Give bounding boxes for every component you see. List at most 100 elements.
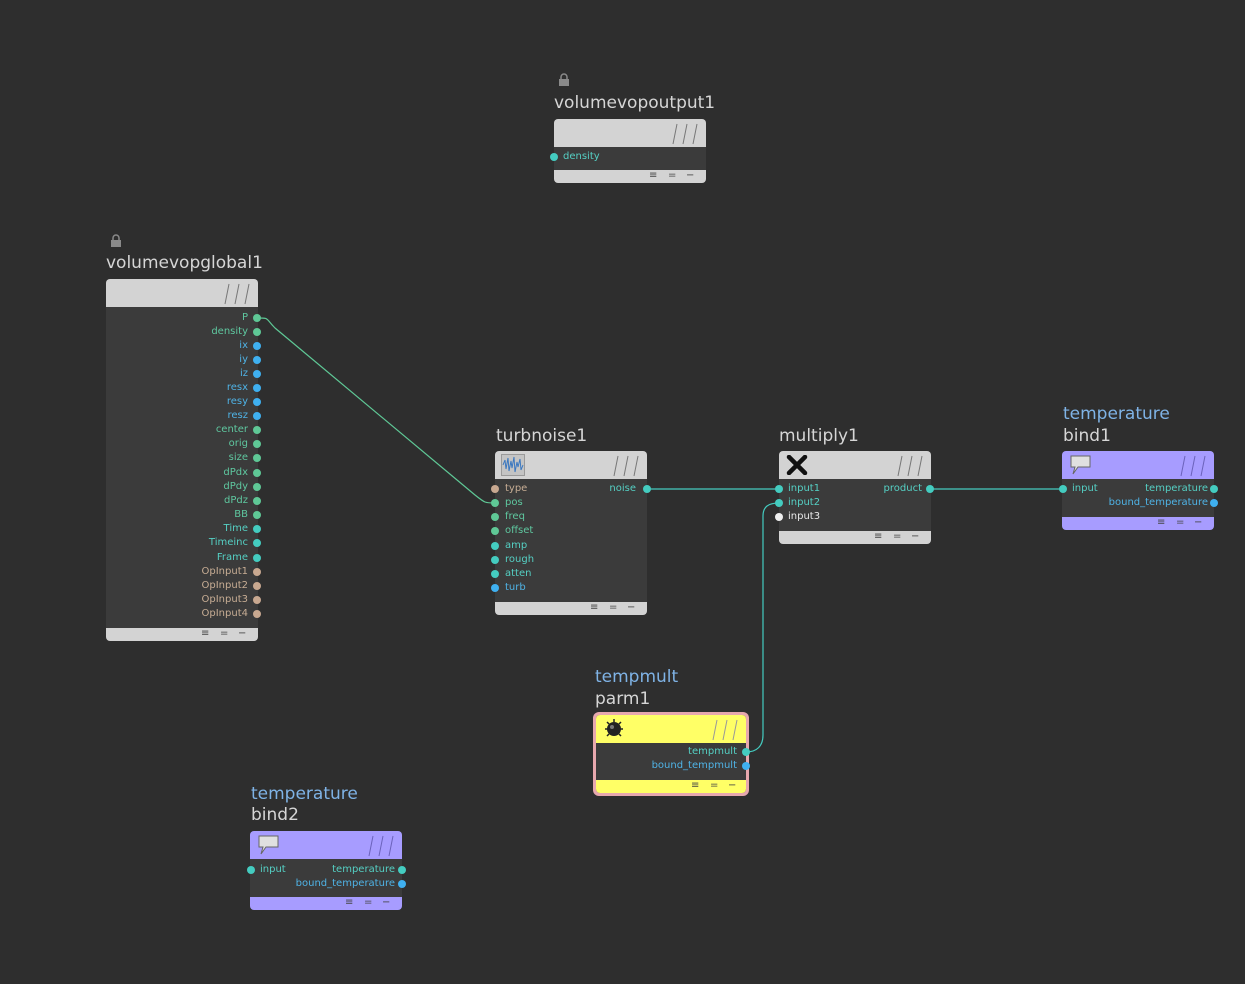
input-connector-turb[interactable] (491, 584, 499, 592)
menu-icon[interactable]: ≡ (345, 896, 353, 909)
output-label-density: density (211, 326, 248, 337)
node-turbnoise1[interactable]: turbnoise1 ≡ = − type pos freq offset am… (491, 425, 661, 620)
equals-icon[interactable]: = (364, 896, 372, 909)
slash-icon (613, 455, 639, 477)
minus-icon[interactable]: − (627, 601, 635, 614)
input-connector-offset[interactable] (491, 527, 499, 535)
output-connector-size[interactable] (253, 454, 261, 462)
minus-icon[interactable]: − (1194, 516, 1202, 529)
node-header[interactable] (779, 451, 931, 479)
output-connector-OpInput3[interactable] (253, 596, 261, 604)
output-label-OpInput2: OpInput2 (201, 580, 248, 591)
output-connector-bound-tempmult[interactable] (742, 762, 750, 770)
input-connector-input2[interactable] (775, 499, 783, 507)
output-label-resz: resz (227, 410, 248, 421)
node-multiply1[interactable]: multiply1 ≡ = − input1 input2 input3 pro… (775, 425, 945, 550)
input-connector-input3[interactable] (775, 513, 783, 521)
output-connector-dPdx[interactable] (253, 469, 261, 477)
output-connector-dPdz[interactable] (253, 497, 261, 505)
input-connector-density[interactable] (550, 153, 558, 161)
node-footer: ≡ = − (250, 897, 402, 910)
input-connector-amp[interactable] (491, 542, 499, 550)
node-header[interactable] (495, 451, 647, 479)
output-connector-P[interactable] (253, 314, 261, 322)
node-subtitle: temperature (251, 784, 358, 804)
output-connector-Time[interactable] (253, 525, 261, 533)
slash-icon (672, 123, 698, 145)
output-connector-noise[interactable] (643, 485, 651, 493)
output-connector-resx[interactable] (253, 384, 261, 392)
output-connector-iy[interactable] (253, 356, 261, 364)
output-connector-resy[interactable] (253, 398, 261, 406)
output-connector-OpInput1[interactable] (253, 568, 261, 576)
output-connector-resz[interactable] (253, 412, 261, 420)
output-connector-iz[interactable] (253, 370, 261, 378)
input-connector-rough[interactable] (491, 556, 499, 564)
minus-icon[interactable]: − (686, 169, 694, 182)
node-header[interactable] (1062, 451, 1214, 479)
node-header[interactable] (106, 279, 258, 307)
node-header[interactable] (554, 119, 706, 147)
speech-bubble-icon (1070, 455, 1091, 475)
input-connector-type[interactable] (491, 485, 499, 493)
equals-icon[interactable]: = (609, 601, 617, 614)
wire-global-P-to-turbnoise-pos[interactable] (256, 317, 496, 504)
input-label-turb: turb (505, 582, 526, 593)
output-connector-OpInput2[interactable] (253, 582, 261, 590)
menu-icon[interactable]: ≡ (590, 601, 598, 614)
equals-icon[interactable]: = (893, 530, 901, 543)
output-connector-temperature[interactable] (1210, 485, 1218, 493)
output-label-center: center (215, 424, 248, 435)
input-connector-input[interactable] (1059, 485, 1067, 493)
output-connector-ix[interactable] (253, 342, 261, 350)
input-connector-input[interactable] (247, 866, 255, 874)
output-connector-center[interactable] (253, 426, 261, 434)
menu-icon[interactable]: ≡ (201, 627, 209, 640)
menu-icon[interactable]: ≡ (649, 169, 657, 182)
node-bind2[interactable]: temperature bind2 ≡ = − input temperatur… (247, 783, 417, 915)
input-label-input: input (260, 864, 286, 875)
output-connector-bound-temperature[interactable] (1210, 499, 1218, 507)
menu-icon[interactable]: ≡ (874, 530, 882, 543)
input-label-pos: pos (505, 497, 523, 508)
output-connector-temperature[interactable] (398, 866, 406, 874)
output-connector-OpInput4[interactable] (253, 610, 261, 618)
minus-icon[interactable]: − (382, 896, 390, 909)
input-connector-input1[interactable] (775, 485, 783, 493)
node-title: volumevopoutput1 (554, 93, 716, 113)
node-bind1[interactable]: temperature bind1 ≡ = − input temperatur… (1058, 403, 1228, 535)
equals-icon[interactable]: = (668, 169, 676, 182)
equals-icon[interactable]: = (710, 779, 718, 792)
node-parm1[interactable]: tempmult parm1 ≡ = − tempmult bound_temp… (591, 666, 761, 799)
menu-icon[interactable]: ≡ (691, 779, 699, 792)
minus-icon[interactable]: − (911, 530, 919, 543)
node-volumevopoutput1[interactable]: volumevopoutput1 ≡ = − density (550, 72, 724, 187)
output-connector-dPdy[interactable] (253, 483, 261, 491)
node-header[interactable] (596, 715, 746, 743)
node-volumevopglobal1[interactable]: volumevopglobal1 ≡ = − P density ix iy i… (106, 233, 281, 643)
output-connector-density[interactable] (253, 328, 261, 336)
output-connector-Frame[interactable] (253, 554, 261, 562)
output-connector-bound-temperature[interactable] (398, 880, 406, 888)
output-connector-orig[interactable] (253, 440, 261, 448)
output-connector-tempmult[interactable] (742, 748, 750, 756)
output-connector-Timeinc[interactable] (253, 539, 261, 547)
output-connector-BB[interactable] (253, 511, 261, 519)
minus-icon[interactable]: − (728, 779, 736, 792)
slash-icon (224, 283, 250, 305)
minus-icon[interactable]: − (238, 627, 246, 640)
input-label-offset: offset (505, 525, 534, 536)
input-connector-freq[interactable] (491, 513, 499, 521)
menu-icon[interactable]: ≡ (1157, 516, 1165, 529)
input-connector-atten[interactable] (491, 570, 499, 578)
node-header[interactable] (250, 831, 402, 859)
input-connector-pos[interactable] (491, 499, 499, 507)
equals-icon[interactable]: = (220, 627, 228, 640)
output-label-resy: resy (226, 396, 248, 407)
equals-icon[interactable]: = (1176, 516, 1184, 529)
output-label-bound-tempmult: bound_tempmult (651, 760, 737, 771)
slash-icon (1180, 455, 1206, 477)
node-title: bind2 (251, 805, 299, 825)
output-connector-product[interactable] (926, 485, 934, 493)
node-footer: ≡ = − (1062, 517, 1214, 530)
